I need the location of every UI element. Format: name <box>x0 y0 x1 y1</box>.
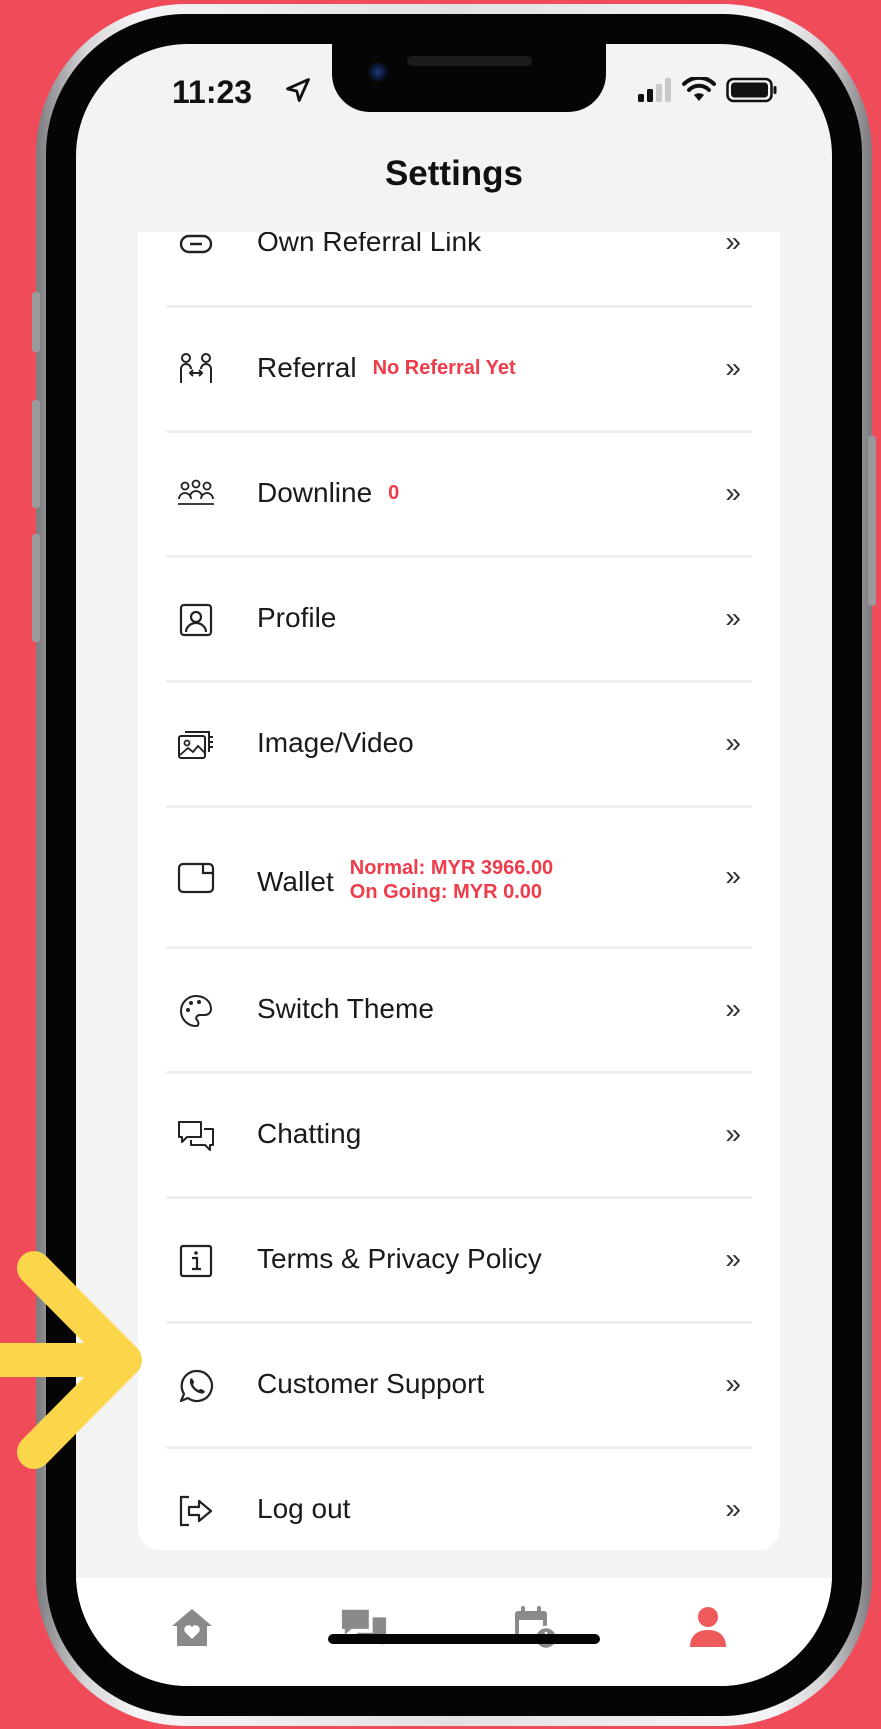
menu-item-label: Log out <box>257 1493 351 1524</box>
menu-item-chatting[interactable]: Chatting » <box>138 1074 780 1198</box>
chevron-right-icon: » <box>725 477 740 508</box>
page-title: Settings <box>384 154 524 193</box>
chevron-right-icon: » <box>725 1493 740 1524</box>
volume-down-button <box>32 534 40 642</box>
cellular-signal-icon <box>638 78 671 102</box>
power-button <box>868 436 876 606</box>
menu-item-wallet[interactable]: Wallet Normal: MYR 3966.00 On Going: MYR… <box>138 808 780 948</box>
menu-item-label: Referral <box>257 352 357 383</box>
logout-icon <box>176 1491 216 1531</box>
status-time: 11:23 <box>172 74 253 110</box>
chevron-right-icon: » <box>725 727 740 758</box>
menu-item-referral[interactable]: Referral No Referral Yet » <box>138 308 780 432</box>
menu-item-terms-privacy[interactable]: Terms & Privacy Policy » <box>138 1199 780 1323</box>
mute-switch <box>32 292 40 352</box>
referral-icon <box>176 350 216 390</box>
menu-item-label: Image/Video <box>257 727 414 758</box>
settings-card: Own Referral Link » Referral No Referral… <box>138 232 780 1550</box>
battery-icon <box>726 77 777 103</box>
chevron-right-icon: » <box>725 1118 740 1149</box>
user-icon <box>690 1607 726 1647</box>
menu-item-label-group: Wallet Normal: MYR 3966.00 On Going: MYR… <box>257 857 553 904</box>
image-video-icon <box>176 725 216 765</box>
menu-item-profile[interactable]: Profile » <box>138 558 780 682</box>
wallet-icon <box>176 858 216 898</box>
phone-frame: 11:23 Settings Own Referral Link » Refer… <box>32 4 876 1726</box>
menu-item-label: Terms & Privacy Policy <box>257 1243 542 1274</box>
menu-item-logout[interactable]: Log out » <box>138 1449 780 1550</box>
screen: 11:23 Settings Own Referral Link » Refer… <box>76 44 832 1686</box>
downline-count-badge: 0 <box>388 481 400 504</box>
group-icon <box>176 475 216 515</box>
chevron-right-icon: » <box>725 1368 740 1399</box>
chevron-right-icon: » <box>725 232 740 257</box>
menu-item-label: Wallet <box>257 866 334 897</box>
bottom-tab-bar <box>76 1578 832 1686</box>
notch <box>332 44 606 112</box>
wallet-ongoing-balance: On Going: MYR 0.00 <box>349 881 543 903</box>
menu-item-label-group: Downline 0 <box>257 477 399 509</box>
chat-icon <box>176 1116 216 1156</box>
annotation-arrow-icon <box>0 1251 142 1469</box>
profile-icon <box>176 600 216 640</box>
speaker <box>407 56 532 66</box>
wallet-balance-group: Normal: MYR 3966.00 On Going: MYR 0.00 <box>350 856 553 904</box>
referral-status-badge: No Referral Yet <box>372 356 516 379</box>
volume-up-button <box>32 400 40 508</box>
home-indicator <box>328 1634 600 1644</box>
menu-item-downline[interactable]: Downline 0 » <box>138 433 780 557</box>
home-icon <box>172 1609 212 1646</box>
menu-item-switch-theme[interactable]: Switch Theme » <box>138 949 780 1073</box>
menu-item-label: Customer Support <box>257 1368 485 1399</box>
menu-item-label: Own Referral Link <box>257 232 482 257</box>
tab-profile[interactable] <box>684 1603 732 1651</box>
chevron-right-icon: » <box>725 602 740 633</box>
info-icon <box>176 1241 216 1281</box>
chevron-right-icon: » <box>725 860 740 891</box>
wifi-icon <box>682 77 716 101</box>
menu-item-label: Chatting <box>257 1118 362 1149</box>
chevron-right-icon: » <box>725 1243 740 1274</box>
menu-item-label-group: Referral No Referral Yet <box>257 352 516 384</box>
menu-item-label: Switch Theme <box>257 993 434 1024</box>
menu-item-label: Profile <box>257 602 337 633</box>
tab-home[interactable] <box>168 1603 216 1651</box>
location-arrow-icon <box>286 78 310 102</box>
chevron-right-icon: » <box>725 352 740 383</box>
front-camera <box>367 61 389 83</box>
menu-item-image-video[interactable]: Image/Video » <box>138 683 780 807</box>
menu-item-label: Downline <box>257 477 373 508</box>
chevron-right-icon: » <box>725 993 740 1024</box>
link-icon <box>176 232 216 264</box>
status-icons <box>638 76 778 104</box>
menu-item-own-referral-link[interactable]: Own Referral Link » <box>138 232 780 276</box>
menu-item-customer-support[interactable]: Customer Support » <box>138 1324 780 1448</box>
palette-icon <box>176 991 216 1031</box>
whatsapp-icon <box>176 1366 216 1406</box>
wallet-normal-balance: Normal: MYR 3966.00 <box>349 857 554 879</box>
